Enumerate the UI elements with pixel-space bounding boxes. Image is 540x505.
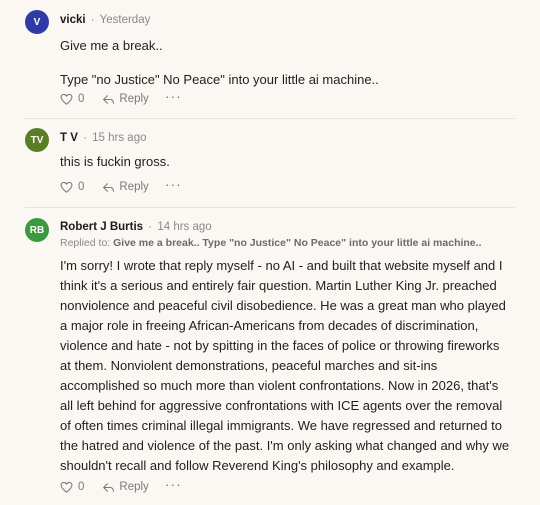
timestamp[interactable]: 15 hrs ago — [92, 132, 146, 144]
heart-icon — [60, 481, 73, 493]
like-button[interactable]: 0 — [60, 93, 84, 105]
reply-label: Reply — [119, 93, 149, 105]
comment-meta: Robert J Burtis · 14 hrs ago — [60, 221, 212, 233]
more-options-icon[interactable]: ··· — [165, 89, 182, 103]
comment-paragraph: Type "no Justice" No Peace" into your li… — [60, 72, 379, 87]
comment-actions: 0 Reply ··· — [60, 477, 182, 495]
comment-paragraph: I'm sorry! I wrote that reply myself - n… — [60, 258, 510, 473]
comment-meta: T V · 15 hrs ago — [60, 132, 147, 144]
author-name[interactable]: vicki — [60, 14, 86, 26]
reply-button[interactable]: Reply — [102, 93, 149, 105]
timestamp[interactable]: 14 hrs ago — [157, 221, 211, 233]
comment-body: I'm sorry! I wrote that reply myself - n… — [60, 256, 510, 476]
timestamp[interactable]: Yesterday — [100, 14, 151, 26]
meta-separator: · — [90, 14, 95, 26]
comment-paragraph: Give me a break.. — [60, 38, 163, 53]
replied-to[interactable]: Replied to: Give me a break.. Type "no J… — [60, 237, 482, 249]
avatar[interactable]: TV — [25, 128, 49, 152]
avatar[interactable]: V — [25, 10, 49, 34]
reply-label: Reply — [119, 181, 149, 193]
comment-body: this is fuckin gross. — [60, 152, 510, 172]
reply-arrow-icon — [103, 482, 115, 492]
like-count: 0 — [78, 481, 85, 493]
heart-icon — [60, 181, 73, 193]
reply-button[interactable]: Reply — [102, 181, 149, 193]
replied-to-prefix: Replied to: — [60, 237, 114, 249]
comment-body: Give me a break.. Type "no Justice" No P… — [60, 36, 510, 90]
reply-arrow-icon — [103, 94, 115, 104]
author-name[interactable]: T V — [60, 132, 78, 144]
reply-label: Reply — [119, 481, 149, 493]
more-options-icon[interactable]: ··· — [165, 177, 182, 191]
reply-button[interactable]: Reply — [102, 481, 149, 493]
comment-actions: 0 Reply ··· — [60, 89, 182, 107]
like-count: 0 — [78, 181, 85, 193]
comment-actions: 0 Reply ··· — [60, 177, 182, 195]
comment-paragraph: this is fuckin gross. — [60, 154, 170, 169]
like-button[interactable]: 0 — [60, 481, 84, 493]
divider — [25, 207, 515, 208]
meta-separator: · — [83, 132, 87, 144]
divider — [25, 118, 515, 119]
meta-separator: · — [148, 221, 153, 233]
replied-to-text: Give me a break.. Type "no Justice" No P… — [113, 237, 482, 249]
reply-arrow-icon — [103, 182, 115, 192]
like-count: 0 — [78, 93, 85, 105]
comment-meta: vicki · Yesterday — [60, 14, 150, 26]
avatar[interactable]: RB — [25, 218, 49, 242]
author-name[interactable]: Robert J Burtis — [60, 221, 143, 233]
more-options-icon[interactable]: ··· — [165, 477, 182, 491]
like-button[interactable]: 0 — [60, 181, 84, 193]
heart-icon — [60, 93, 73, 105]
